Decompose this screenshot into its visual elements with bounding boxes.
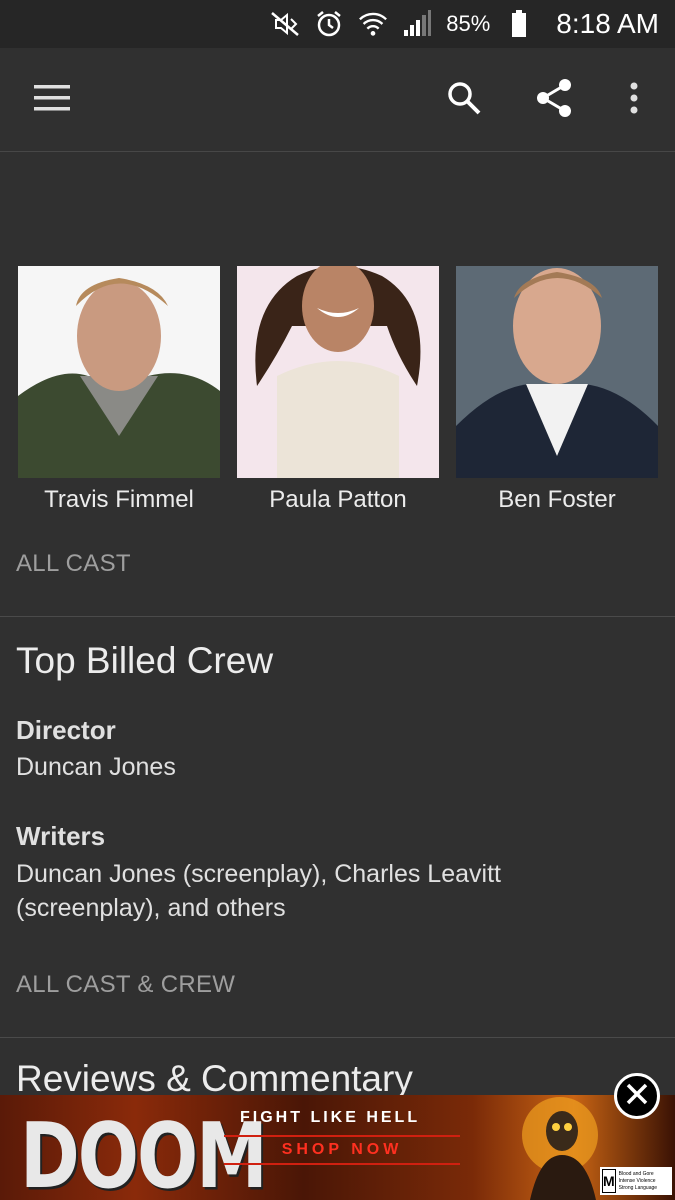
signal-icon [402, 9, 432, 39]
role-label-director: Director [16, 715, 116, 745]
ad-close-button[interactable] [614, 1073, 660, 1119]
alarm-icon [314, 9, 344, 39]
role-value-director[interactable]: Duncan Jones [16, 750, 616, 784]
esrb-rating: M Blood and Gore Intense Violence Strong… [600, 1167, 672, 1195]
ad-demon-image [522, 1097, 598, 1200]
cast-photo [237, 266, 439, 478]
all-cast-crew-link[interactable]: ALL CAST & CREW [16, 971, 235, 999]
search-button[interactable] [440, 76, 488, 124]
cast-name: Travis Fimmel [44, 486, 194, 513]
ad-banner[interactable]: DOOM FIGHT LIKE HELL SHOP NOW M Blood an… [0, 1095, 675, 1200]
role-value-writers[interactable]: Duncan Jones (screenplay), Charles Leavi… [16, 857, 576, 925]
cast-name: Ben Foster [498, 486, 616, 513]
divider [0, 1037, 675, 1038]
shop-now-button[interactable]: SHOP NOW [224, 1135, 460, 1165]
more-vert-icon [629, 82, 639, 119]
esrb-descriptors: Blood and Gore Intense Violence Strong L… [618, 1170, 658, 1191]
menu-button[interactable] [28, 78, 76, 122]
menu-icon [34, 84, 70, 116]
divider [0, 616, 675, 617]
crew-section-title: Top Billed Crew [16, 640, 274, 681]
all-cast-link[interactable]: ALL CAST [16, 550, 131, 578]
cast-photo [456, 266, 658, 478]
cast-card[interactable]: Ben Foster [456, 266, 658, 514]
app-bar [0, 48, 675, 152]
cast-name: Paula Patton [269, 486, 407, 513]
ad-tagline: FIGHT LIKE HELL [240, 1109, 421, 1126]
battery-percent: 85% [446, 11, 491, 36]
wifi-icon [358, 9, 388, 39]
cast-photo [18, 266, 220, 478]
share-icon [536, 78, 572, 122]
esrb-rating-letter: M [602, 1169, 616, 1193]
cast-list: Travis Fimmel Paula Patton Ben Foster [0, 266, 675, 516]
search-icon [447, 81, 481, 120]
close-icon [626, 1083, 648, 1110]
status-bar: 85% 8:18 AM [0, 0, 675, 48]
clock: 8:18 AM [556, 8, 659, 39]
cast-card[interactable]: Paula Patton [237, 266, 439, 514]
share-button[interactable] [530, 76, 578, 124]
battery-icon [504, 9, 534, 39]
role-label-writers: Writers [16, 821, 106, 851]
mute-icon [270, 9, 300, 39]
more-options-button[interactable] [610, 76, 658, 124]
cast-card[interactable]: Travis Fimmel [18, 266, 220, 514]
reviews-section-title: Reviews & Commentary [16, 1058, 413, 1099]
